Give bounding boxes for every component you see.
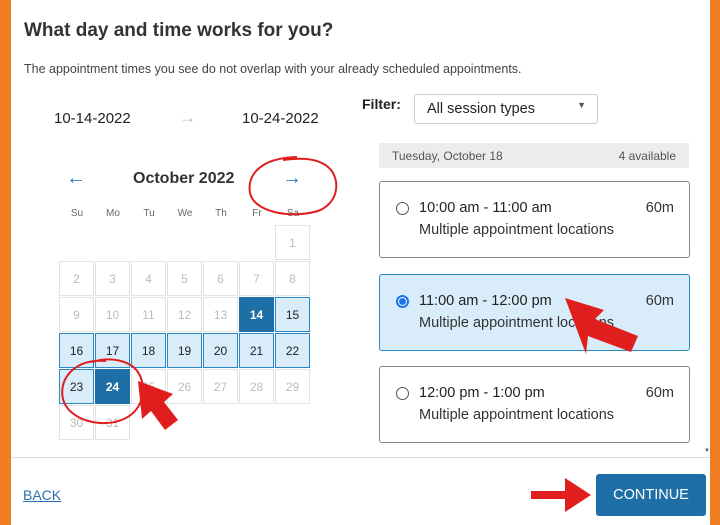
session-type-value: All session types: [427, 101, 535, 117]
slot-radio[interactable]: [396, 387, 409, 400]
calendar-day-5: 5: [167, 261, 202, 296]
calendar-empty-cell: [275, 405, 310, 440]
range-arrow-icon: →: [179, 108, 196, 127]
calendar-empty-cell: [239, 405, 274, 440]
calendar-day-31: 31: [95, 405, 130, 440]
calendar-day-27: 27: [203, 369, 238, 404]
next-month-icon[interactable]: →: [282, 167, 302, 190]
calendar-day-24[interactable]: 24: [95, 369, 130, 404]
slot-duration: 60m: [645, 385, 674, 401]
calendar-empty-cell: [131, 405, 166, 440]
weekday-label: We: [177, 208, 193, 219]
calendar-day-8: 8: [275, 261, 310, 296]
calendar-empty-cell: [167, 405, 202, 440]
range-end-date[interactable]: 10-24-2022: [242, 110, 319, 127]
scroll-down-icon[interactable]: ▼: [704, 448, 710, 454]
calendar-day-14[interactable]: 14: [239, 297, 274, 332]
slot-time: 11:00 am - 12:00 pm: [419, 293, 552, 309]
calendar-day-28: 28: [239, 369, 274, 404]
weekday-label: Sa: [286, 208, 300, 219]
chevron-down-icon: ▼: [577, 100, 586, 110]
weekday-label: Th: [215, 208, 227, 219]
scheduler-panel: What day and time works for you? The app…: [11, 0, 710, 525]
calendar-day-19[interactable]: 19: [167, 333, 202, 368]
filter-label: Filter:: [362, 96, 401, 112]
weekday-label: Fr: [252, 208, 262, 219]
calendar-empty-cell: [239, 225, 274, 260]
calendar-day-10: 10: [95, 297, 130, 332]
back-link[interactable]: BACK: [23, 487, 61, 503]
calendar-day-17[interactable]: 17: [95, 333, 130, 368]
weekday-label: Su: [70, 208, 84, 219]
slot-radio[interactable]: [396, 202, 409, 215]
calendar-empty-cell: [131, 225, 166, 260]
calendar-day-9: 9: [59, 297, 94, 332]
prev-month-icon[interactable]: ←: [66, 167, 86, 190]
weekday-label: Mo: [106, 208, 120, 219]
calendar-day-7: 7: [239, 261, 274, 296]
slot-location: Multiple appointment locations: [419, 407, 615, 423]
selected-date-header: Tuesday, October 18 4 available: [379, 143, 689, 168]
calendar-day-13: 13: [203, 297, 238, 332]
continue-button[interactable]: CONTINUE: [596, 474, 706, 516]
range-start-date[interactable]: 10-14-2022: [54, 110, 131, 127]
time-slot-option[interactable]: 10:00 am - 11:00 am Multiple appointment…: [379, 181, 690, 258]
page-title: What day and time works for you?: [24, 20, 334, 41]
calendar-day-1: 1: [275, 225, 310, 260]
calendar-day-30: 30: [59, 405, 94, 440]
slot-location: Multiple appointment locations: [419, 222, 615, 238]
calendar-day-15[interactable]: 15: [275, 297, 310, 332]
weekday-label: Tu: [143, 208, 155, 219]
calendar-empty-cell: [95, 225, 130, 260]
calendar-day-26: 26: [167, 369, 202, 404]
calendar-empty-cell: [203, 225, 238, 260]
calendar-day-4: 4: [131, 261, 166, 296]
calendar-empty-cell: [167, 225, 202, 260]
selected-date-label: Tuesday, October 18: [392, 149, 503, 163]
available-count: 4 available: [618, 149, 676, 163]
slot-radio[interactable]: [396, 295, 409, 308]
session-type-select[interactable]: All session types ▼: [414, 94, 598, 124]
calendar-day-22[interactable]: 22: [275, 333, 310, 368]
slot-location: Multiple appointment locations: [419, 315, 615, 331]
page-subtitle: The appointment times you see do not ove…: [24, 62, 522, 76]
time-slot-option-selected[interactable]: 11:00 am - 12:00 pm Multiple appointment…: [379, 274, 690, 351]
calendar-day-25: 25: [131, 369, 166, 404]
slot-time: 10:00 am - 11:00 am: [419, 200, 552, 216]
calendar-day-3: 3: [95, 261, 130, 296]
slot-duration: 60m: [645, 200, 674, 216]
calendar-day-16[interactable]: 16: [59, 333, 94, 368]
calendar-day-18[interactable]: 18: [131, 333, 166, 368]
calendar-day-29: 29: [275, 369, 310, 404]
calendar-day-21[interactable]: 21: [239, 333, 274, 368]
calendar-day-23[interactable]: 23: [59, 369, 94, 404]
footer-bar: BACK CONTINUE: [11, 457, 710, 525]
calendar-empty-cell: [203, 405, 238, 440]
time-slot-option[interactable]: 12:00 pm - 1:00 pm Multiple appointment …: [379, 366, 690, 443]
calendar-empty-cell: [59, 225, 94, 260]
calendar-day-2: 2: [59, 261, 94, 296]
calendar-day-6: 6: [203, 261, 238, 296]
slot-time: 12:00 pm - 1:00 pm: [419, 385, 545, 401]
calendar-month-label: October 2022: [133, 170, 235, 187]
calendar-day-12: 12: [167, 297, 202, 332]
slot-duration: 60m: [645, 293, 674, 309]
calendar-day-20[interactable]: 20: [203, 333, 238, 368]
calendar-day-11: 11: [131, 297, 166, 332]
slot-list-scrollbar[interactable]: ▼: [703, 444, 710, 458]
